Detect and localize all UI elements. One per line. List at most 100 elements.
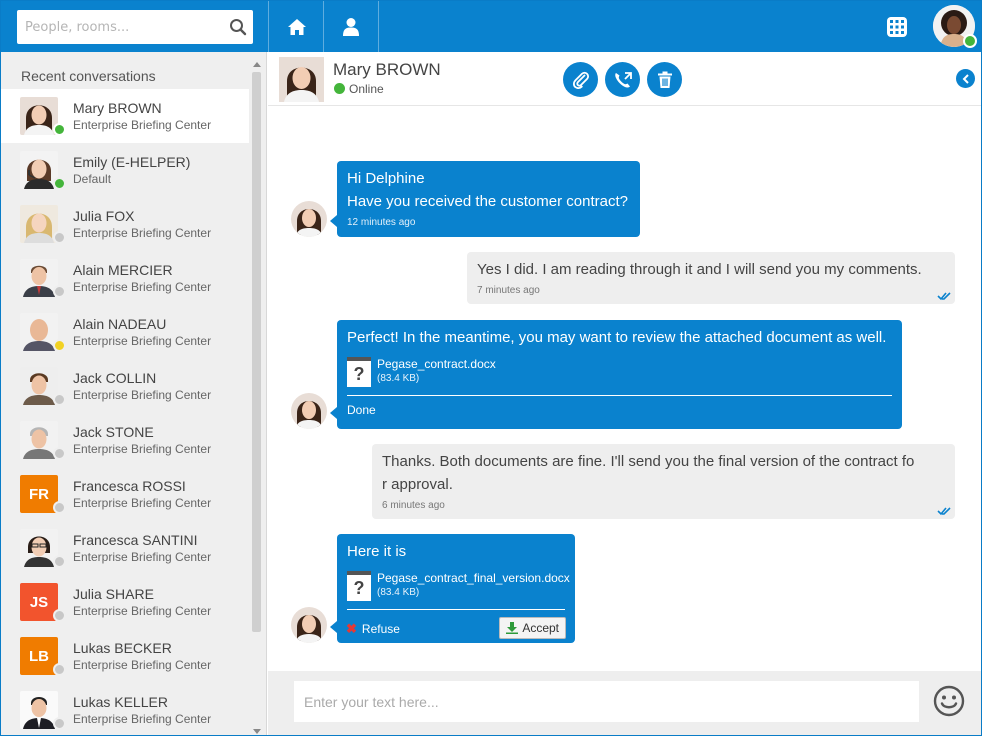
emoji-icon[interactable]: [933, 685, 965, 717]
conversation-name: Mary BROWN: [73, 100, 162, 116]
conversation-item[interactable]: Mary BROWN Enterprise Briefing Center: [1, 89, 249, 143]
conversation-subtitle: Enterprise Briefing Center: [73, 226, 212, 240]
home-button[interactable]: [268, 1, 324, 52]
close-icon: ✖: [346, 621, 357, 636]
paperclip-icon: [572, 71, 589, 89]
search-input[interactable]: [17, 10, 227, 44]
presence-dot: [53, 555, 66, 568]
contacts-button[interactable]: [323, 1, 379, 52]
scroll-down-arrow[interactable]: [253, 729, 261, 734]
message-text: Yes I did. I am reading through it and I…: [477, 261, 922, 278]
presence-dot: [53, 717, 66, 730]
message-text: Here it is: [347, 543, 407, 560]
conversation-item[interactable]: LB Lukas BECKER Enterprise Briefing Center: [1, 629, 249, 683]
conversation-subtitle: Enterprise Briefing Center: [73, 280, 212, 294]
sender-avatar: [291, 393, 327, 429]
attach-file-button[interactable]: [563, 62, 598, 97]
search-box: [17, 10, 253, 44]
conversation-item[interactable]: Jack COLLIN Enterprise Briefing Center: [1, 359, 249, 413]
conversation-item[interactable]: Alain NADEAU Enterprise Briefing Center: [1, 305, 249, 359]
message-area: Hi Delphine Have you received the custom…: [268, 106, 981, 671]
scroll-up-arrow[interactable]: [253, 62, 261, 67]
scroll-thumb[interactable]: [252, 72, 261, 632]
conversation-item[interactable]: Emily (E-HELPER) Default: [1, 143, 249, 197]
composer: [268, 671, 981, 735]
message-text: Perfect! In the meantime, you may want t…: [347, 329, 887, 346]
presence-dot: [53, 177, 66, 190]
file-name[interactable]: Pegase_contract.docx: [377, 357, 496, 371]
app-window: Recent conversations Mary BROWN Enterpris…: [0, 0, 982, 736]
conversation-name: Alain NADEAU: [73, 316, 167, 332]
conversation-item[interactable]: Francesca SANTINI Enterprise Briefing Cen…: [1, 521, 249, 575]
message-text: Thanks. Both documents are fine. I'll se…: [382, 453, 915, 470]
accept-button[interactable]: Accept: [499, 617, 566, 639]
conversation-name: Francesca ROSSI: [73, 478, 186, 494]
conversation-subtitle: Enterprise Briefing Center: [73, 496, 212, 510]
contact-status-label: Online: [349, 82, 384, 96]
checkmark-icon: [937, 292, 951, 301]
conversation-item[interactable]: FR Francesca ROSSI Enterprise Briefing Cen…: [1, 467, 249, 521]
chat-header: Mary BROWN Online: [268, 52, 981, 106]
divider: [347, 395, 892, 396]
message-text: Have you received the customer contract?: [347, 193, 628, 210]
sidebar-title: Recent conversations: [21, 68, 156, 84]
file-size: (83.4 KB): [377, 373, 420, 384]
file-size: (83.4 KB): [377, 587, 420, 598]
conversation-subtitle: Enterprise Briefing Center: [73, 118, 212, 132]
conversation-name: Julia FOX: [73, 208, 135, 224]
message-input[interactable]: [294, 681, 919, 722]
presence-dot: [53, 393, 66, 406]
download-icon: [506, 622, 519, 634]
call-button[interactable]: [605, 62, 640, 97]
conversation-subtitle: Enterprise Briefing Center: [73, 604, 212, 618]
message-time: 6 minutes ago: [382, 500, 445, 511]
message-text: r approval.: [382, 476, 453, 493]
accept-label: Accept: [522, 621, 559, 635]
presence-dot: [53, 123, 66, 136]
collapse-panel-button[interactable]: [956, 69, 975, 88]
refuse-button[interactable]: ✖ Refuse: [346, 621, 400, 637]
conversation-item[interactable]: Julia FOX Enterprise Briefing Center: [1, 197, 249, 251]
conversation-name: Lukas BECKER: [73, 640, 172, 656]
conversation-subtitle: Enterprise Briefing Center: [73, 388, 212, 402]
presence-dot: [53, 231, 66, 244]
top-bar: [1, 1, 981, 52]
search-icon[interactable]: [229, 18, 247, 36]
sender-avatar: [291, 607, 327, 643]
file-attachment[interactable]: ? Pegase_contract_final_version.docx (83…: [347, 571, 570, 603]
chevron-left-icon: [962, 73, 969, 84]
conversation-item[interactable]: Alain MERCIER Enterprise Briefing Center: [1, 251, 249, 305]
sidebar: Recent conversations Mary BROWN Enterpris…: [1, 52, 267, 735]
sidebar-scrollbar[interactable]: [249, 62, 263, 734]
call-transfer-icon: [614, 71, 632, 88]
trash-icon: [657, 71, 672, 88]
sender-avatar: [291, 201, 327, 237]
conversation-name: Lukas KELLER: [73, 694, 168, 710]
conversation-name: Julia SHARE: [73, 586, 154, 602]
home-icon: [287, 18, 306, 35]
presence-dot: [53, 339, 66, 352]
my-status-dot: [963, 34, 977, 48]
conversation-item[interactable]: Jack STONE Enterprise Briefing Center: [1, 413, 249, 467]
file-attachment[interactable]: ? Pegase_contract.docx (83.4 KB): [347, 357, 892, 389]
message-bubble-outgoing: Yes I did. I am reading through it and I…: [467, 252, 955, 304]
conversation-list: Mary BROWN Enterprise Briefing Center Emil…: [1, 89, 249, 735]
message-bubble-incoming: Here it is ? Pegase_contract_final_versi…: [330, 534, 575, 643]
transfer-status: Done: [347, 403, 376, 417]
message-text: Hi Delphine: [347, 170, 425, 187]
conversation-subtitle: Enterprise Briefing Center: [73, 712, 212, 726]
contact-status-dot: [334, 83, 345, 94]
divider: [347, 609, 565, 610]
dialpad-button[interactable]: [869, 1, 925, 52]
conversation-item[interactable]: Lukas KELLER Enterprise Briefing Center: [1, 683, 249, 735]
conversation-item[interactable]: JS Julia SHARE Enterprise Briefing Center: [1, 575, 249, 629]
message-time: 7 minutes ago: [477, 285, 540, 296]
file-icon: ?: [347, 571, 371, 601]
conversation-subtitle: Enterprise Briefing Center: [73, 334, 212, 348]
conversation-name: Jack STONE: [73, 424, 154, 440]
conversation-subtitle: Enterprise Briefing Center: [73, 658, 212, 672]
conversation-name: Jack COLLIN: [73, 370, 157, 386]
file-icon: ?: [347, 357, 371, 387]
delete-conversation-button[interactable]: [647, 62, 682, 97]
file-name[interactable]: Pegase_contract_final_version.docx: [377, 571, 570, 585]
